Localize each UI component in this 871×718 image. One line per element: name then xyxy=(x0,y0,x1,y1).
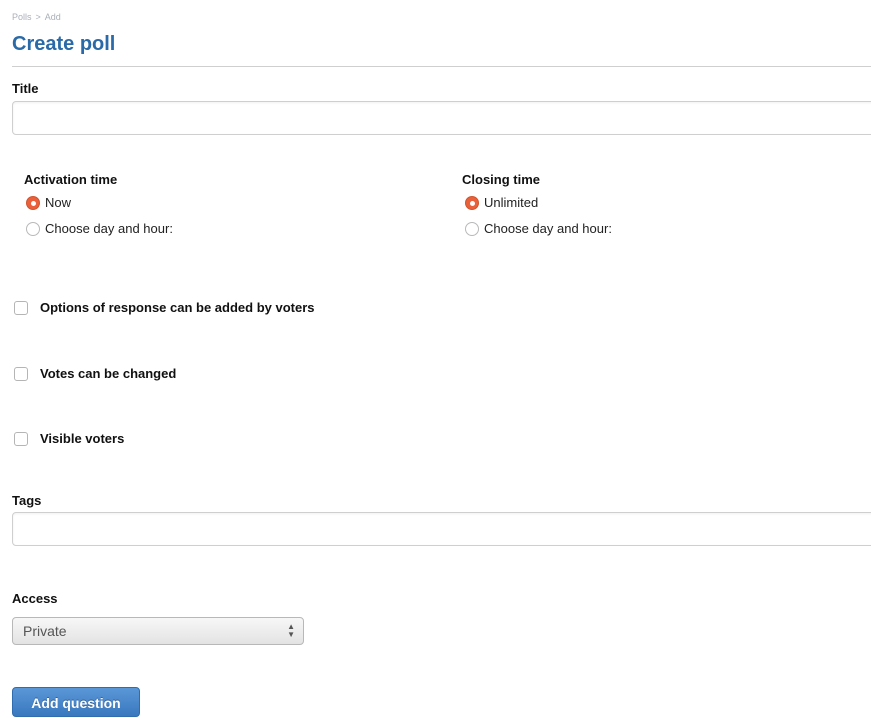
activation-option-choose[interactable]: Choose day and hour: xyxy=(26,221,173,236)
access-select[interactable]: Private ▲ ▼ xyxy=(12,617,304,645)
closing-choose-radio[interactable] xyxy=(465,221,479,236)
closing-unlimited-radio[interactable] xyxy=(465,195,479,210)
closing-option-unlimited[interactable]: Unlimited xyxy=(465,195,538,210)
breadcrumb-separator: > xyxy=(35,12,41,22)
closing-choose-label: Choose day and hour: xyxy=(484,221,612,236)
add-question-button[interactable]: Add question xyxy=(12,687,140,717)
breadcrumb: Polls > Add xyxy=(12,12,65,22)
option-visible-voters[interactable]: Visible voters xyxy=(14,431,124,446)
tags-label: Tags xyxy=(12,493,42,508)
activation-option-now[interactable]: Now xyxy=(26,195,71,210)
breadcrumb-polls[interactable]: Polls xyxy=(12,12,32,22)
option-votes-changeable[interactable]: Votes can be changed xyxy=(14,366,176,381)
closing-time-label: Closing time xyxy=(462,172,541,187)
activation-time-label: Activation time xyxy=(24,172,118,187)
title-input[interactable] xyxy=(12,101,871,135)
select-updown-icon: ▲ ▼ xyxy=(287,622,295,639)
activation-choose-label: Choose day and hour: xyxy=(45,221,173,236)
votes-changeable-label: Votes can be changed xyxy=(40,366,177,381)
title-label: Title xyxy=(12,81,39,96)
activation-now-label: Now xyxy=(45,195,72,210)
tags-input[interactable] xyxy=(12,512,871,546)
closing-unlimited-label: Unlimited xyxy=(484,195,539,210)
access-selected-value: Private xyxy=(23,623,67,639)
voters-add-responses-label: Options of response can be added by vote… xyxy=(40,300,315,315)
page-title: Create poll xyxy=(12,33,116,55)
closing-option-choose[interactable]: Choose day and hour: xyxy=(465,221,612,236)
header-divider xyxy=(12,66,871,67)
visible-voters-label: Visible voters xyxy=(40,431,125,446)
breadcrumb-add: Add xyxy=(44,12,61,22)
activation-now-radio[interactable] xyxy=(26,195,40,210)
voters-add-responses-checkbox[interactable] xyxy=(14,300,28,315)
votes-changeable-checkbox[interactable] xyxy=(14,366,28,381)
visible-voters-checkbox[interactable] xyxy=(14,431,28,446)
access-label: Access xyxy=(12,591,58,606)
activation-choose-radio[interactable] xyxy=(26,221,40,236)
option-voters-add-responses[interactable]: Options of response can be added by vote… xyxy=(14,300,315,315)
